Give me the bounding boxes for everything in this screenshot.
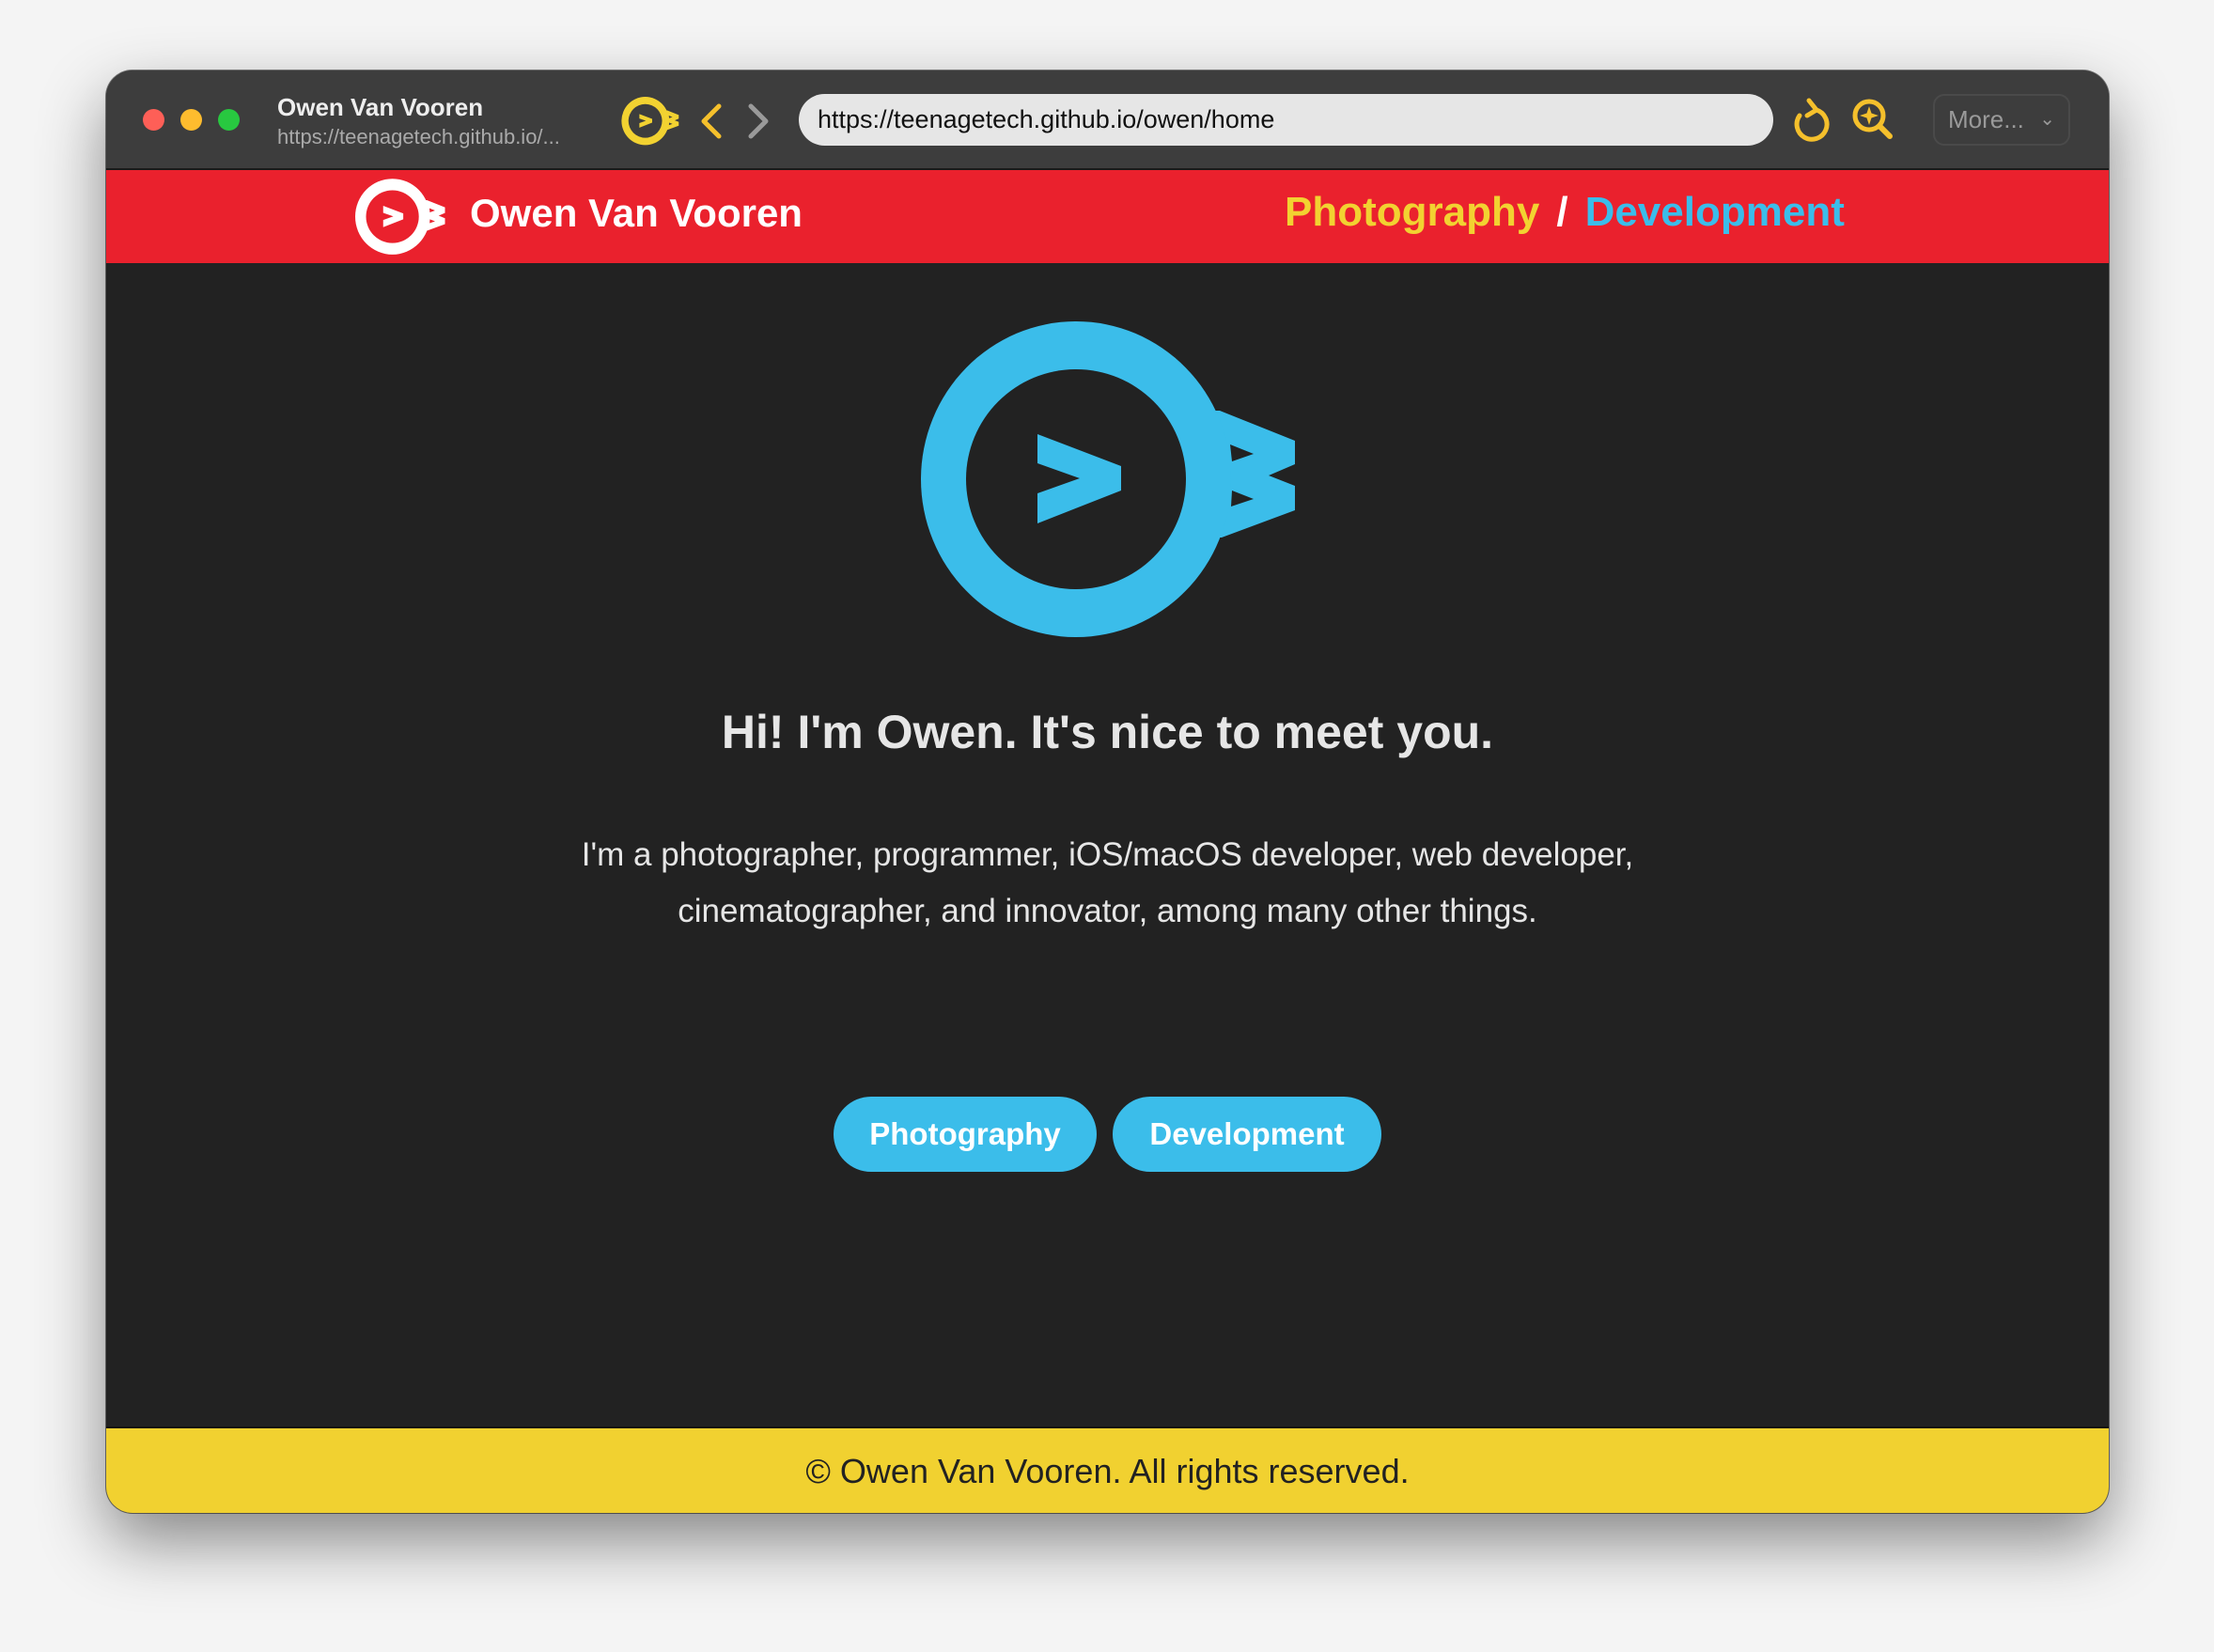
hero-heading: Hi! I'm Owen. It's nice to meet you. [721, 706, 1494, 758]
development-button[interactable]: Development [1113, 1097, 1381, 1172]
maximize-window-button[interactable] [218, 109, 240, 131]
reload-icon[interactable] [1788, 95, 1833, 148]
url-bar[interactable]: https://teenagetech.github.io/owen/home [799, 94, 1773, 146]
back-icon[interactable] [696, 102, 725, 140]
forward-icon[interactable] [745, 102, 773, 140]
minimize-window-button[interactable] [180, 109, 202, 131]
nav-development-link[interactable]: Development [1585, 189, 1845, 235]
site-title[interactable]: Owen Van Vooren [470, 191, 803, 236]
nav-separator: / [1556, 189, 1568, 235]
hero-logo-icon [921, 321, 1297, 641]
nav-photography-link[interactable]: Photography [1285, 189, 1539, 235]
browser-window: Owen Van Vooren https://teenagetech.gith… [106, 70, 2109, 1513]
header-logo-icon[interactable] [355, 179, 445, 256]
close-window-button[interactable] [143, 109, 164, 131]
more-label: More... [1948, 105, 2024, 133]
more-menu-button[interactable]: More... ⌄ [1933, 94, 2070, 146]
header-nav: Photography / Development [1285, 189, 1845, 236]
hero-description: I'm a photographer, programmer, iOS/macO… [106, 827, 2109, 940]
site-footer: © Owen Van Vooren. All rights reserved. [106, 1426, 2109, 1513]
description-line-1: I'm a photographer, programmer, iOS/macO… [581, 836, 1634, 873]
main-content: Hi! I'm Owen. It's nice to meet you. I'm… [106, 263, 2109, 1426]
magnify-icon[interactable] [1850, 97, 1897, 146]
chevron-down-icon: ⌄ [2039, 109, 2055, 130]
site-logo-icon[interactable] [621, 97, 679, 146]
browser-toolbar: Owen Van Vooren https://teenagetech.gith… [106, 70, 2109, 170]
tab-url-subtitle: https://teenagetech.github.io/... [277, 125, 560, 148]
tab-title: Owen Van Vooren [277, 93, 484, 121]
photography-button[interactable]: Photography [834, 1097, 1097, 1172]
site-header: Owen Van Vooren Photography / Development [106, 170, 2109, 263]
description-line-2: cinematographer, and innovator, among ma… [678, 893, 1537, 929]
